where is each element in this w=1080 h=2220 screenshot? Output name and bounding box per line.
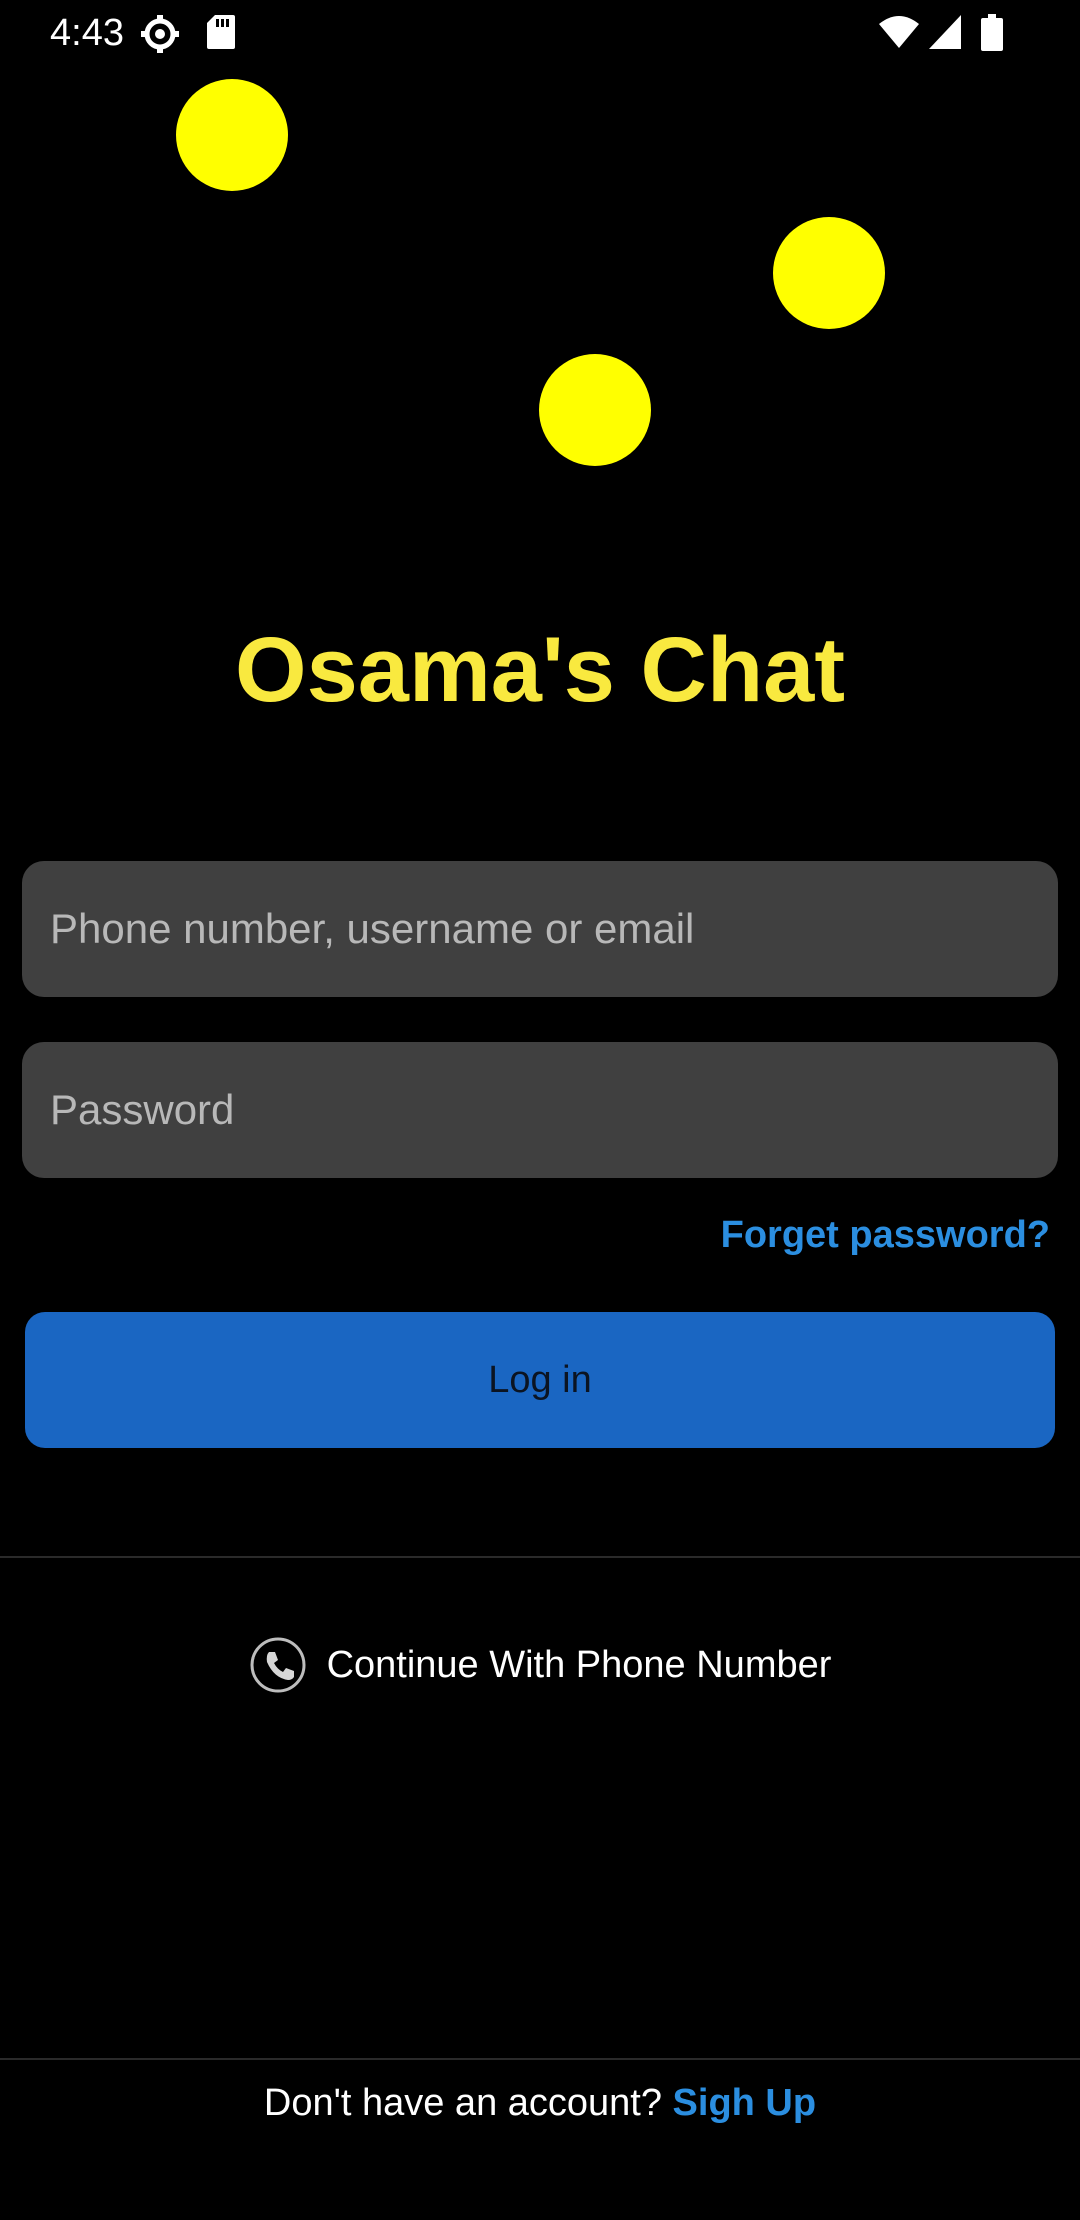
battery-icon (981, 14, 1003, 51)
signup-prompt: Don't have an account? Sigh Up (0, 2078, 1080, 2128)
cell-signal-icon (929, 15, 961, 49)
signup-link[interactable]: Sigh Up (673, 2082, 817, 2124)
username-field[interactable] (22, 861, 1058, 997)
phone-icon (250, 1637, 306, 1693)
password-field[interactable] (22, 1042, 1058, 1178)
divider (0, 2058, 1080, 2060)
app-title: Osama's Chat (235, 619, 845, 721)
decorative-dot (773, 217, 885, 329)
decorative-dot (539, 354, 651, 466)
status-time: 4:43 (50, 12, 124, 54)
decorative-dot (176, 79, 288, 191)
wifi-icon (879, 16, 919, 48)
continue-with-phone-button[interactable]: Continue With Phone Number (0, 1632, 1080, 1698)
settings-icon (141, 15, 179, 53)
signup-prompt-text: Don't have an account? (263, 2082, 662, 2124)
status-bar: 4:43 (0, 0, 1080, 66)
forgot-password-link[interactable]: Forget password? (721, 1210, 1050, 1260)
divider (0, 1556, 1080, 1558)
sd-card-icon (207, 15, 235, 49)
login-button[interactable]: Log in (25, 1312, 1055, 1448)
continue-with-phone-label: Continue With Phone Number (326, 1644, 832, 1686)
